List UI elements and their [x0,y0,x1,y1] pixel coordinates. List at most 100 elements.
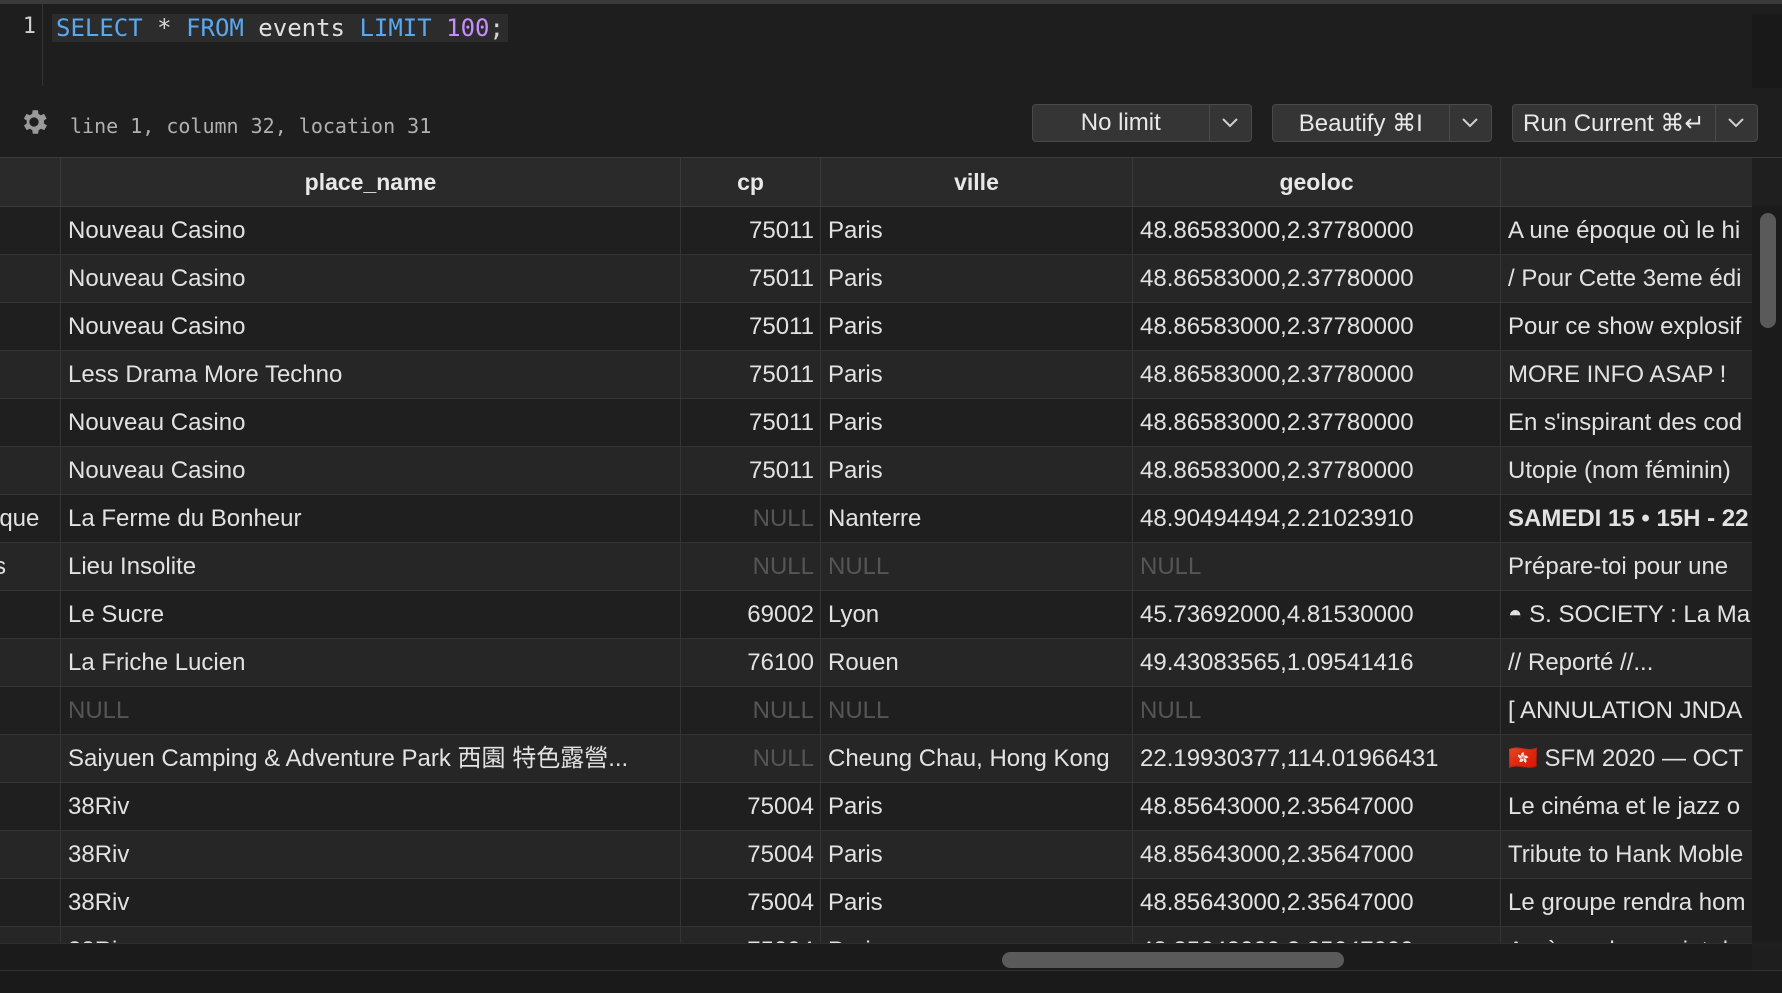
cell-description[interactable]: Utopie (nom féminin) [1500,447,1752,495]
cell-place-name[interactable]: Nouveau Casino [60,303,680,351]
cell-description[interactable]: [ ANNULATION JNDA [1500,687,1752,735]
cell-place-name[interactable]: Nouveau Casino [60,207,680,255]
cell-description[interactable]: Le groupe rendra hom [1500,879,1752,927]
cell-geoloc[interactable]: 48.86583000,2.37780000 [1132,255,1500,303]
cell-ville[interactable]: Paris [820,399,1132,447]
column-header[interactable] [1500,158,1752,206]
cell-description[interactable]: Prépare-toi pour une [1500,543,1752,591]
cell-description[interactable]: // Reporté //... [1500,639,1752,687]
run-current-button[interactable]: Run Current ⌘↵ [1513,105,1716,141]
cell-place-name[interactable]: Less Drama More Techno [60,351,680,399]
cell-first[interactable]: s [0,543,60,591]
cell-cp[interactable]: 75004 [680,927,820,943]
cell-place-name[interactable]: Le Sucre [60,591,680,639]
cell-ville[interactable]: Paris [820,879,1132,927]
cell-geoloc[interactable]: 22.19930377,114.01966431 [1132,735,1500,783]
limit-dropdown[interactable]: No limit [1032,104,1252,142]
cell-cp[interactable]: 76100 [680,639,820,687]
chevron-down-icon[interactable] [1450,105,1491,141]
cell-ville[interactable]: Paris [820,447,1132,495]
cell-ville[interactable]: NULL [820,543,1132,591]
cell-geoloc[interactable]: 45.73692000,4.81530000 [1132,591,1500,639]
column-header-geoloc[interactable]: geoloc [1132,158,1500,206]
cell-cp[interactable]: 75011 [680,207,820,255]
table-row[interactable]: iqueLa Ferme du BonheurNULLNanterre48.90… [0,495,1752,543]
table-row[interactable]: 38Riv 75004 Paris 48.85643000,2.35647000 Le … [0,879,1752,927]
cell-first[interactable] [0,879,60,927]
beautify-button[interactable]: Beautify ⌘I [1273,105,1450,141]
cell-first[interactable] [0,783,60,831]
cell-first[interactable] [0,207,60,255]
vertical-scrollbar-thumb[interactable] [1760,213,1776,328]
cell-geoloc[interactable]: NULL [1132,543,1500,591]
cell-description[interactable]: Le cinéma et le jazz o [1500,783,1752,831]
cell-place-name[interactable]: La Ferme du Bonheur [60,495,680,543]
cell-ville[interactable]: Cheung Chau, Hong Kong [820,735,1132,783]
cell-ville[interactable]: Paris [820,303,1132,351]
cell-ville[interactable]: Paris [820,207,1132,255]
sql-editor[interactable]: 1 SELECT * FROM events LIMIT 100; line 1… [0,0,1782,157]
cell-cp[interactable]: 75011 [680,255,820,303]
cell-place-name[interactable]: 38Riv [60,879,680,927]
run-dropdown[interactable]: Run Current ⌘↵ [1512,104,1758,142]
cell-cp[interactable]: 75004 [680,879,820,927]
cell-ville[interactable]: Paris [820,831,1132,879]
table-row[interactable]: 38Riv 75004 Paris 48.85643000,2.35647000 Tri… [0,831,1752,879]
cell-geoloc[interactable]: NULL [1132,687,1500,735]
cell-place-name[interactable]: 38Riv [60,831,680,879]
cell-cp[interactable]: 69002 [680,591,820,639]
cell-cp[interactable]: 75004 [680,783,820,831]
cell-first[interactable]: ique [0,495,60,543]
cell-place-name[interactable]: La Friche Lucien [60,639,680,687]
cell-place-name[interactable]: NULL [60,687,680,735]
table-row[interactable]: 38Riv 75004 Paris 48.85643000,2.35647000 Le … [0,783,1752,831]
cell-cp[interactable]: 75004 [680,831,820,879]
table-row[interactable]: Nouveau Casino 75011 Paris 48.86583000,2.37… [0,399,1752,447]
table-row[interactable]: 38Riv75004Paris48.85643000,2.35647000Apr… [0,927,1752,943]
cell-ville[interactable]: Paris [820,255,1132,303]
cell-first[interactable] [0,591,60,639]
cell-ville[interactable]: Paris [820,351,1132,399]
cell-cp[interactable]: NULL [680,687,820,735]
cell-geoloc[interactable]: 49.43083565,1.09541416 [1132,639,1500,687]
table-row[interactable]: La Friche Lucien 76100 Rouen 49.43083565,1.… [0,639,1752,687]
results-grid[interactable]: place_name cp ville geoloc Nouveau Casin… [0,157,1782,974]
table-row[interactable]: Less Drama More Techno 75011 Paris 48.86583… [0,351,1752,399]
cell-description[interactable]: / Pour Cette 3eme édi [1500,255,1752,303]
cell-cp[interactable]: 75011 [680,447,820,495]
cell-place-name[interactable]: Saiyuen Camping & Adventure Park 西園 特色露營… [60,735,680,783]
cell-cp[interactable]: 75011 [680,303,820,351]
chevron-down-icon[interactable] [1210,105,1251,141]
cell-first[interactable] [0,927,60,943]
column-header-cp[interactable]: cp [680,158,820,206]
table-row[interactable]: Nouveau Casino 75011 Paris 48.86583000,2.37… [0,303,1752,351]
table-row[interactable]: Saiyuen Camping & Adventure Park 西園 特色露營… [0,735,1752,783]
horizontal-scrollbar-thumb[interactable] [1002,952,1344,968]
cell-place-name[interactable]: Lieu Insolite [60,543,680,591]
cell-cp[interactable]: NULL [680,495,820,543]
cell-first[interactable] [0,399,60,447]
cell-description[interactable]: 🇭🇰 SFM 2020 — OCT [1500,735,1752,783]
cell-geoloc[interactable]: 48.86583000,2.37780000 [1132,399,1500,447]
cell-cp[interactable]: 75011 [680,351,820,399]
table-row[interactable]: Nouveau Casino 75011 Paris 48.86583000,2.37… [0,447,1752,495]
cell-first[interactable] [0,639,60,687]
cell-ville[interactable]: Nanterre [820,495,1132,543]
cell-ville[interactable]: Rouen [820,639,1132,687]
cell-place-name[interactable]: Nouveau Casino [60,399,680,447]
table-row[interactable]: s Lieu Insolite NULL NULL NULL Prépare-toi po… [0,543,1752,591]
cell-ville[interactable]: Paris [820,783,1132,831]
sql-query[interactable]: SELECT * FROM events LIMIT 100; [52,14,508,42]
column-header-ville[interactable]: ville [820,158,1132,206]
table-row[interactable]: NULL NULL NULL NULL[ ANNULATION JNDA [0,687,1752,735]
beautify-dropdown[interactable]: Beautify ⌘I [1272,104,1492,142]
cell-description[interactable]: SAMEDI 15 • 15H - 22 [1500,495,1752,543]
editor-scrollbar[interactable] [1752,14,1782,88]
cell-cp[interactable]: 75011 [680,399,820,447]
cell-description[interactable]: Après ce bon point d [1500,927,1752,943]
cell-first[interactable] [0,687,60,735]
cell-geoloc[interactable]: 48.85643000,2.35647000 [1132,783,1500,831]
cell-first[interactable] [0,735,60,783]
cell-place-name[interactable]: 38Riv [60,783,680,831]
cell-geoloc[interactable]: 48.85643000,2.35647000 [1132,927,1500,943]
